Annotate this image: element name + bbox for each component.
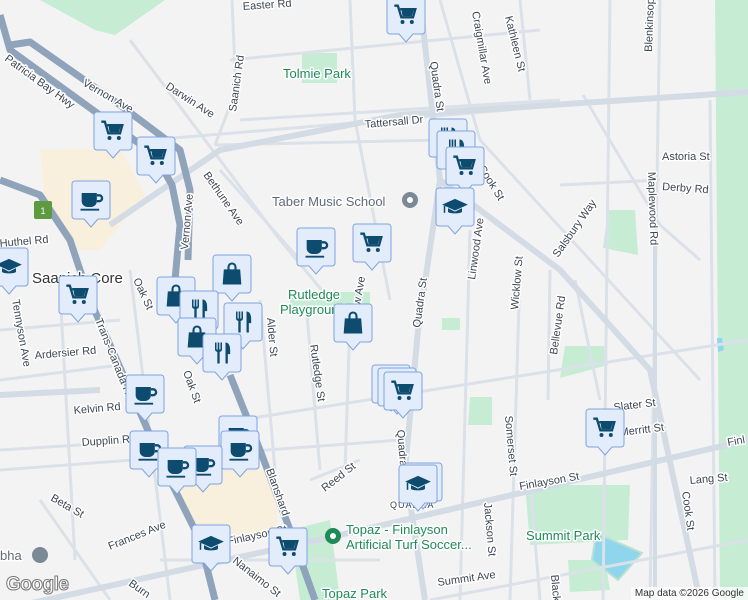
poi-label: Artificial Turf Soccer... xyxy=(346,537,472,552)
street-label: Dupplin Rd xyxy=(81,433,136,449)
school-marker[interactable] xyxy=(0,247,29,295)
street-label: Reed St xyxy=(319,460,358,494)
street-label: Quadra St xyxy=(411,277,430,328)
highway-shield-icon: 1 xyxy=(34,201,52,219)
restaurant-marker[interactable] xyxy=(202,333,242,381)
grocery-cart-marker[interactable] xyxy=(58,275,98,323)
street-label: Alder St xyxy=(264,317,279,357)
street-label: Blenkinsop xyxy=(643,0,657,52)
street-label: Bethune Ave xyxy=(201,170,246,228)
street-labels: Easter Rd Saanich Rd Darwin Ave Vernon A… xyxy=(0,0,747,600)
street-label: Wicklow St xyxy=(509,256,526,311)
grocery-cart-marker[interactable] xyxy=(383,371,423,419)
street-label: Merritt St xyxy=(619,422,665,439)
taber-pin-icon xyxy=(402,192,418,208)
street-label: Summit Ave xyxy=(437,569,497,589)
street-label: Frances Ave xyxy=(107,519,168,553)
street-label: Astoria St xyxy=(662,151,710,163)
park-label: Summit Park xyxy=(526,528,601,543)
main-roads xyxy=(0,0,748,600)
svg-text:1: 1 xyxy=(40,206,45,216)
street-label: Beta St xyxy=(49,492,86,520)
street-label: Vernon Ave xyxy=(179,193,196,250)
street-label: Craigmillar Ave xyxy=(469,10,494,85)
park-pin-icon xyxy=(325,528,341,544)
street-label: Tattersall Dr xyxy=(364,114,424,131)
street-label: Jackson St xyxy=(481,502,498,557)
shopping-bag-marker[interactable] xyxy=(333,303,373,351)
street-label: Black xyxy=(548,574,562,600)
minor-roads xyxy=(0,0,748,600)
map-canvas[interactable]: Easter Rd Saanich Rd Darwin Ave Vernon A… xyxy=(0,0,748,600)
street-label: Burn xyxy=(126,578,152,600)
coffee-cup-marker[interactable] xyxy=(125,374,165,422)
park-label: Tolmie Park xyxy=(283,66,351,81)
park-label: Rutledge xyxy=(288,287,340,302)
street-label: Patricia Bay Hwy xyxy=(2,53,77,112)
shopping-bag-marker[interactable] xyxy=(212,254,252,302)
grocery-cart-marker[interactable] xyxy=(352,223,392,271)
park-label: Topaz Park xyxy=(322,586,388,600)
street-label: Rutledge St xyxy=(307,344,327,403)
grocery-cart-marker[interactable] xyxy=(386,0,426,43)
temple-pin-icon xyxy=(32,547,48,563)
map-attribution[interactable]: Map data ©2026 Google xyxy=(630,587,748,600)
school-marker[interactable] xyxy=(435,187,475,235)
street-label: Tennyson Ave xyxy=(9,298,33,367)
google-logo: Google xyxy=(5,574,69,596)
street-label: Ardersier Rd xyxy=(34,345,97,362)
poi-label: Taber Music School xyxy=(272,194,386,209)
poi-label: Topaz - Finlayson xyxy=(346,522,448,537)
street-label: Maplewood Rd xyxy=(645,172,660,246)
street-label: Darwin Ave xyxy=(163,80,216,120)
street-label: Easter Rd xyxy=(242,0,292,13)
place-labels: Tolmie Park Taber Music School Rutledge … xyxy=(0,65,602,600)
street-label: Oak St xyxy=(180,369,203,405)
finlayson-road xyxy=(31,437,748,600)
street-label: Saanich Rd xyxy=(227,54,247,112)
grocery-cart-marker[interactable] xyxy=(585,408,625,456)
street-label: Salsbury Way xyxy=(551,197,600,260)
street-label: Derby Rd xyxy=(662,181,709,196)
poi-label: bha xyxy=(0,548,22,563)
street-label: Kelvin Rd xyxy=(73,401,121,417)
